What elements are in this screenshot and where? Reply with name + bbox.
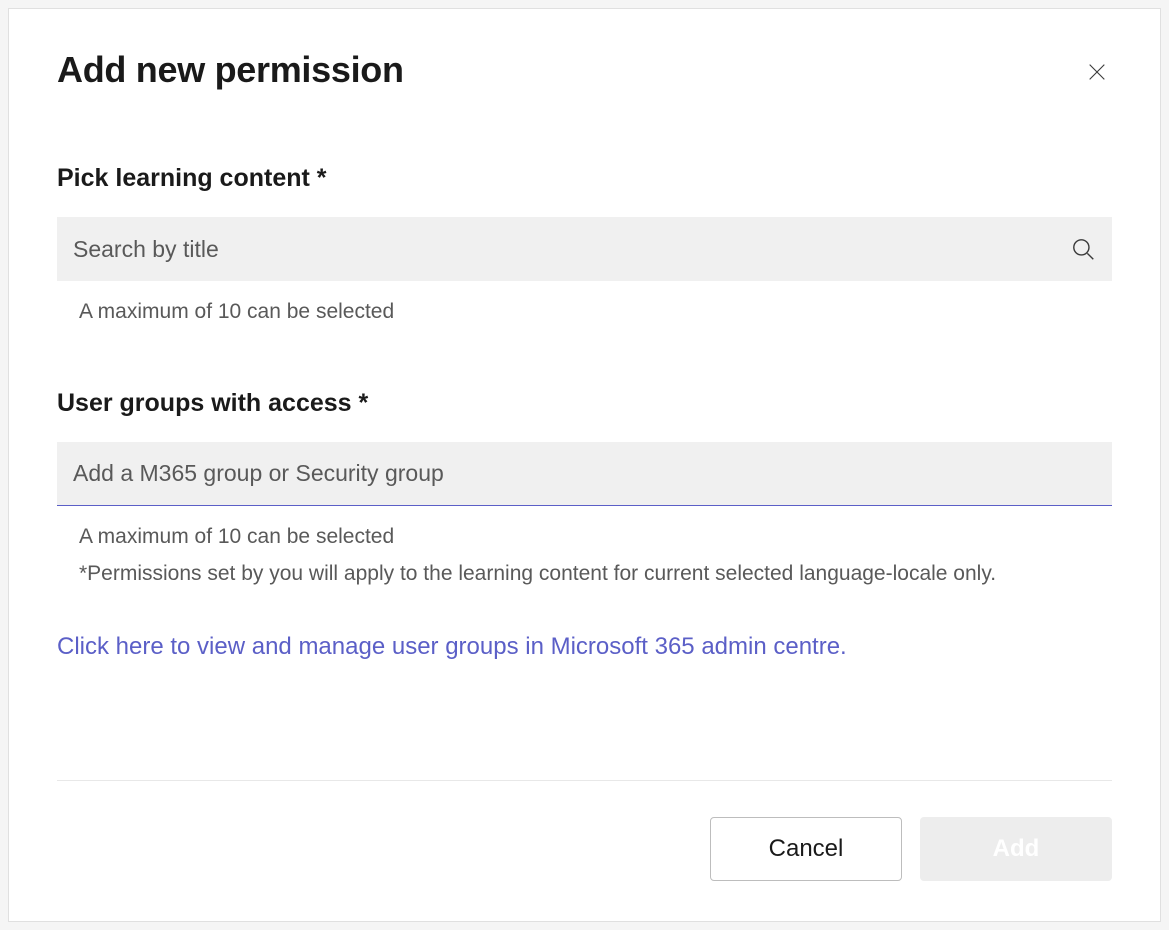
cancel-button[interactable]: Cancel — [710, 817, 902, 881]
learning-content-label: Pick learning content * — [57, 164, 1112, 193]
user-groups-helper-1: A maximum of 10 can be selected — [79, 520, 1112, 554]
search-icon — [1070, 236, 1096, 262]
dialog-footer: Cancel Add — [57, 780, 1112, 881]
learning-content-input-wrap — [57, 217, 1112, 281]
add-button[interactable]: Add — [920, 817, 1112, 881]
user-groups-helper-2: *Permissions set by you will apply to th… — [79, 557, 1112, 591]
user-groups-input[interactable] — [73, 460, 1096, 487]
user-groups-label: User groups with access * — [57, 389, 1112, 418]
close-icon — [1086, 61, 1108, 83]
learning-content-search-input[interactable] — [73, 236, 1060, 263]
dialog-header: Add new permission — [57, 49, 1112, 94]
close-button[interactable] — [1078, 53, 1116, 94]
learning-content-field: Pick learning content * A maximum of 10 … — [57, 164, 1112, 329]
manage-groups-link[interactable]: Click here to view and manage user group… — [57, 633, 1112, 661]
dialog-title: Add new permission — [57, 49, 404, 91]
user-groups-field: User groups with access * A maximum of 1… — [57, 389, 1112, 591]
user-groups-input-wrap — [57, 442, 1112, 506]
add-permission-dialog: Add new permission Pick learning content… — [8, 8, 1161, 922]
learning-content-helper: A maximum of 10 can be selected — [79, 295, 1112, 329]
